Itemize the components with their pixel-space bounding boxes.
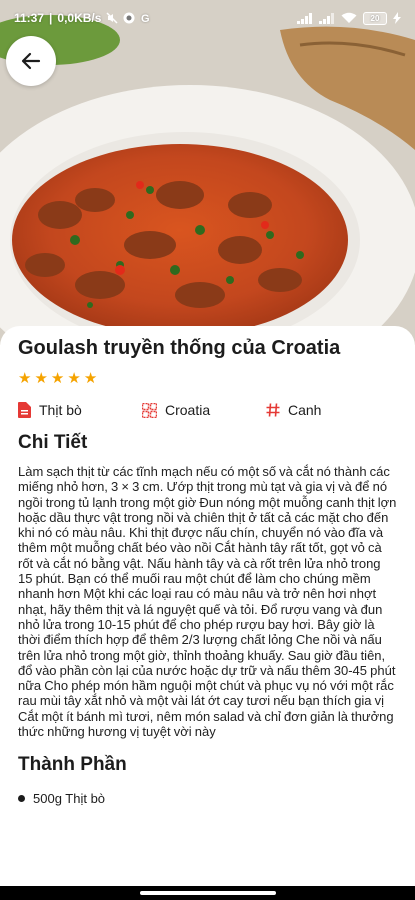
tag-label: Croatia (165, 402, 211, 418)
network-speed: 0,0KB/s (57, 11, 102, 25)
star-icon: ★ (34, 370, 48, 387)
arrow-left-icon (21, 52, 41, 70)
rating: ★ ★ ★ ★ ★ (18, 371, 397, 387)
back-button[interactable] (6, 36, 56, 86)
recipe-title: Goulash truyền thống của Croatia (18, 337, 341, 359)
ingredients-heading: Thành Phần (18, 754, 127, 776)
file-icon (18, 402, 31, 418)
home-indicator[interactable] (139, 891, 276, 895)
status-bar: 11:37 | 0,0KB/s G 20 (0, 0, 415, 36)
recipe-photo (0, 0, 415, 345)
tag-category[interactable]: Canh (266, 402, 321, 418)
system-nav-bar (0, 886, 415, 900)
hashtag-icon (266, 403, 280, 417)
app-notification-icon (123, 12, 135, 24)
battery-level: 20 (370, 13, 380, 23)
svg-text:G: G (141, 13, 150, 24)
battery-icon: 20 (363, 11, 387, 25)
signal-2-icon (319, 12, 335, 24)
ingredient-label: 500g Thịt bò (33, 791, 106, 807)
grid-icon (142, 402, 157, 418)
ingredient-item: 500g Thịt bò (18, 791, 397, 806)
tag-label: Thịt bò (39, 402, 82, 418)
recipe-description: Làm sạch thịt từ các tĩnh mạch nếu có mộ… (18, 464, 397, 740)
tag-cuisine[interactable]: Croatia (142, 402, 266, 418)
star-icon: ★ (50, 370, 65, 387)
bullet-icon (18, 795, 25, 803)
star-icon: ★ (18, 370, 32, 387)
details-heading: Chi Tiết (18, 432, 88, 453)
tag-ingredient[interactable]: Thịt bò (18, 402, 142, 418)
recipe-tags: Thịt bò Croatia Canh (18, 400, 397, 420)
clock: 11:37 (14, 11, 45, 25)
charging-icon (393, 12, 401, 24)
goulash-image (0, 0, 415, 345)
tag-label: Canh (288, 402, 322, 418)
recipe-details: Goulash truyền thống của Croatia ★ ★ ★ ★ ★ T… (0, 326, 415, 886)
signal-icon (297, 12, 313, 24)
google-icon: G (140, 12, 152, 24)
wifi-icon (341, 12, 357, 24)
mute-icon (106, 12, 118, 24)
star-icon: ★ (83, 370, 98, 387)
star-icon: ★ (67, 370, 81, 387)
